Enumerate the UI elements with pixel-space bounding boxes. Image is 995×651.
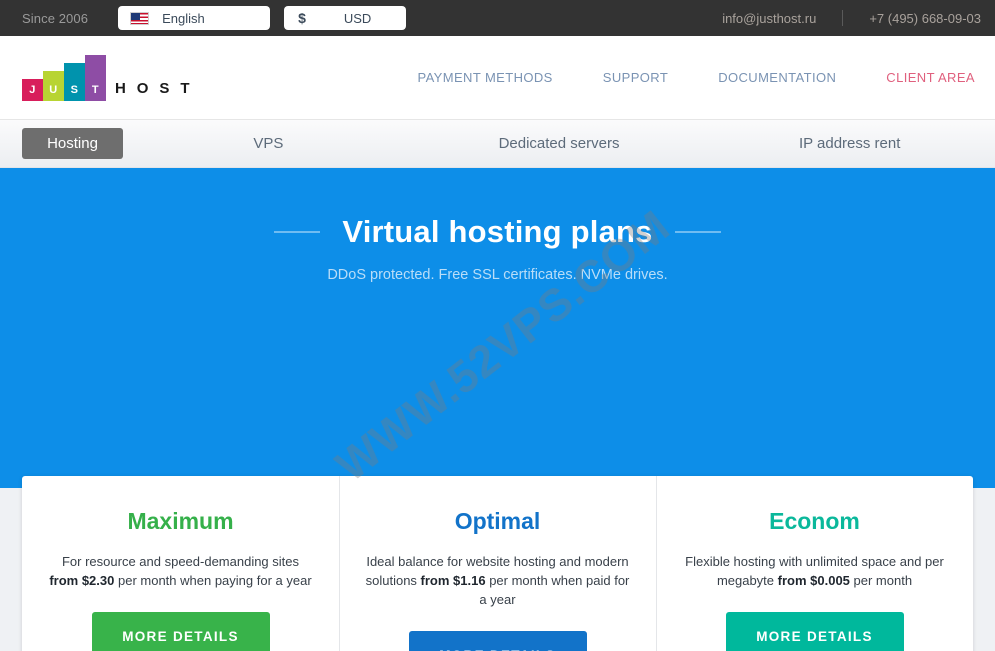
top-utility-bar: Since 2006 English $ USD info@justhost.r… xyxy=(0,0,995,36)
logo-wordmark: H O S T xyxy=(115,79,193,97)
plan-description: For resource and speed-demanding sites f… xyxy=(44,552,317,590)
logo-letter-t: T xyxy=(85,54,106,101)
since-label: Since 2006 xyxy=(22,10,89,26)
hero-rule-left xyxy=(274,231,321,233)
plan-desc-after: per month xyxy=(849,573,913,588)
plan-description: Ideal balance for website hosting and mo… xyxy=(361,552,634,609)
hero-subtitle: DDoS protected. Free SSL certificates. N… xyxy=(327,267,668,283)
currency-symbol: $ xyxy=(298,10,306,26)
plan-title: Econom xyxy=(769,508,860,534)
more-details-button-maximum[interactable]: MORE DETAILS xyxy=(91,612,270,651)
logo[interactable]: J U S T H O S T xyxy=(22,54,193,101)
tab-hosting[interactable]: Hosting xyxy=(22,128,123,159)
site-header: J U S T H O S T PAYMENT METHODS SUPPORT … xyxy=(0,36,995,120)
plan-title: Maximum xyxy=(127,508,234,534)
product-tab-bar: Hosting VPS Dedicated servers IP address… xyxy=(0,120,995,168)
hero-rule-right xyxy=(674,231,721,233)
tab-vps[interactable]: VPS xyxy=(123,135,414,152)
nav-documentation[interactable]: DOCUMENTATION xyxy=(718,70,836,85)
more-details-button-econom[interactable]: MORE DETAILS xyxy=(725,612,904,651)
plan-price: from $2.30 xyxy=(49,573,115,588)
logo-bars-icon: J U S T xyxy=(22,54,106,101)
plan-card-maximum: Maximum For resource and speed-demanding… xyxy=(22,476,339,651)
phone-link[interactable]: +7 (495) 668-09-03 xyxy=(869,11,981,26)
main-navigation: PAYMENT METHODS SUPPORT DOCUMENTATION CL… xyxy=(367,70,975,85)
hero-stage: Virtual hosting plans DDoS protected. Fr… xyxy=(0,168,995,651)
plan-card-group: Maximum For resource and speed-demanding… xyxy=(22,476,973,651)
plan-desc-after: per month when paid for a year xyxy=(479,573,630,607)
page-title: Virtual hosting plans xyxy=(342,214,653,249)
language-label: English xyxy=(162,10,205,26)
plan-card-optimal: Optimal Ideal balance for website hostin… xyxy=(339,476,656,651)
plan-card-econom: Econom Flexible hosting with unlimited s… xyxy=(656,476,973,651)
plan-price: from $1.16 xyxy=(420,573,486,588)
divider xyxy=(842,10,844,26)
plan-desc-after: per month when paying for a year xyxy=(114,573,312,588)
tab-dedicated-servers[interactable]: Dedicated servers xyxy=(414,135,705,152)
logo-letter-s: S xyxy=(64,62,85,101)
more-details-button-optimal[interactable]: MORE DETAILS xyxy=(408,631,587,651)
hero-title-row: Virtual hosting plans xyxy=(0,214,995,250)
logo-letter-j: J xyxy=(22,78,43,101)
nav-support[interactable]: SUPPORT xyxy=(603,70,668,85)
plan-price: from $0.005 xyxy=(777,573,850,588)
contact-info: info@justhost.ru +7 (495) 668-09-03 xyxy=(722,10,981,26)
language-selector[interactable]: English xyxy=(118,6,271,30)
us-flag-icon xyxy=(130,11,150,25)
currency-selector[interactable]: $ USD xyxy=(284,6,407,30)
plan-description: Flexible hosting with unlimited space an… xyxy=(678,552,951,590)
plan-title: Optimal xyxy=(454,508,541,534)
tab-ip-address-rent[interactable]: IP address rent xyxy=(704,135,995,152)
nav-client-area[interactable]: CLIENT AREA xyxy=(886,70,975,85)
email-link[interactable]: info@justhost.ru xyxy=(722,11,816,26)
hero-banner: Virtual hosting plans DDoS protected. Fr… xyxy=(0,168,995,488)
plan-desc-before: For resource and speed-demanding sites xyxy=(61,554,300,569)
logo-letter-u: U xyxy=(43,70,64,101)
currency-code: USD xyxy=(343,10,372,26)
nav-payment-methods[interactable]: PAYMENT METHODS xyxy=(417,70,552,85)
